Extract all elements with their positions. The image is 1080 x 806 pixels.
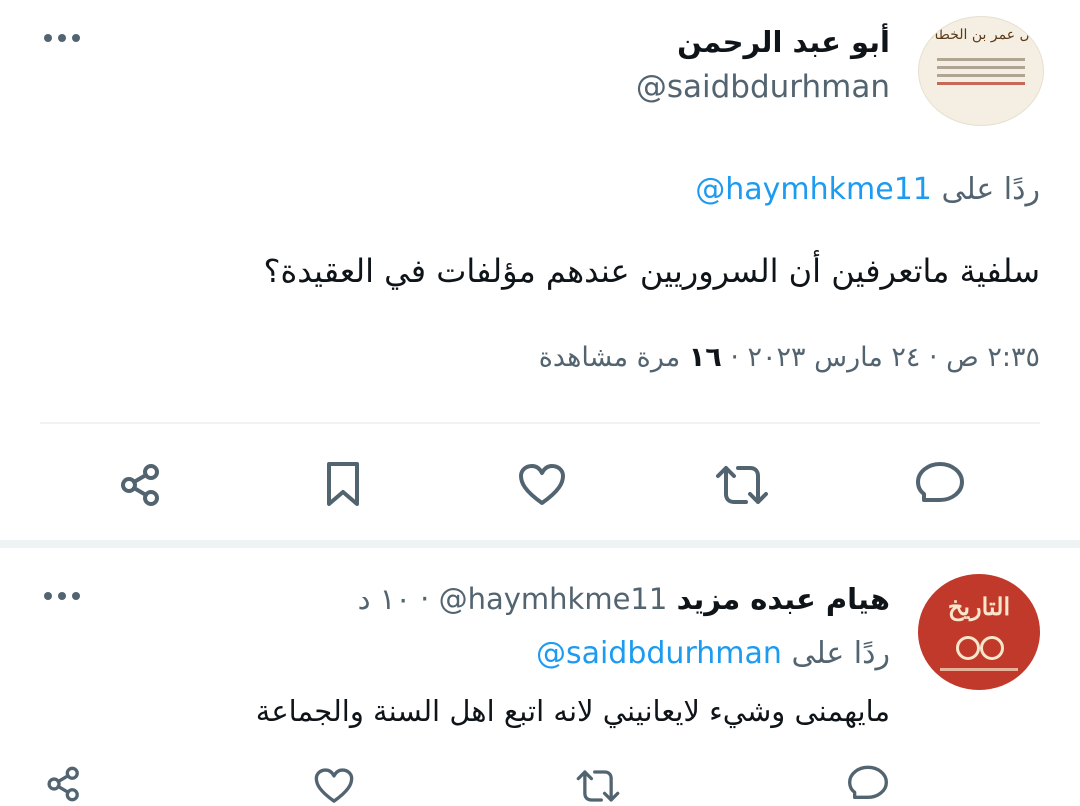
main-tweet-views-count: ١٦ (688, 342, 722, 373)
reply-header: هيام عبده مزيد @haymhkme11 · ١٠ د (358, 578, 890, 620)
reply-like-button[interactable] (312, 766, 356, 806)
avatar-title: التاريخ (947, 592, 1011, 621)
reply-icon (916, 462, 964, 502)
reply-to-handle-link[interactable]: @saidbdurhman (536, 636, 782, 671)
divider (40, 422, 1040, 424)
avatar-subtitle-line (940, 668, 1018, 671)
reply-reply-to: ردًا على @saidbdurhman (536, 632, 890, 676)
reply-time[interactable]: · ١٠ د (358, 582, 430, 616)
reply-icon (848, 765, 888, 799)
reply-author-handle[interactable]: @haymhkme11 (439, 582, 668, 616)
clock-icon (980, 636, 1004, 660)
bookmark-button[interactable] (318, 458, 368, 510)
reply-to-label: ردًا على (941, 172, 1040, 207)
bookmark-icon (327, 462, 359, 506)
heart-icon (519, 464, 565, 505)
heart-icon (314, 768, 354, 803)
reply-reply-button[interactable] (844, 764, 892, 804)
main-tweet-text: سلفية ماتعرفين أن السروريين عندهم مؤلفات… (263, 252, 1040, 290)
like-button[interactable] (514, 460, 570, 510)
retweet-button[interactable] (712, 460, 772, 510)
reply-author-name[interactable]: هيام عبده مزيد (677, 582, 890, 616)
main-tweet-timestamp[interactable]: ٢:٣٥ ص · ٢٤ مارس ٢٠٢٣ · (730, 342, 1040, 373)
main-tweet-avatar[interactable]: قال عمر بن الخطاب (918, 16, 1044, 126)
reply-button[interactable] (912, 458, 968, 510)
main-tweet-views-label: مرة مشاهدة (538, 342, 681, 373)
avatar-calligraphy: قال عمر بن الخطاب (921, 27, 1041, 43)
clock-icon (956, 636, 980, 660)
avatar-text-lines (937, 53, 1025, 90)
reply-tweet-avatar[interactable]: التاريخ (918, 574, 1040, 690)
main-author-handle[interactable]: @saidbdurhman (636, 66, 890, 108)
main-more-icon[interactable] (44, 32, 88, 44)
main-tweet-meta: ٢:٣٥ ص · ٢٤ مارس ٢٠٢٣ · ١٦ مرة مشاهدة (539, 338, 1040, 378)
share-icon (47, 766, 79, 802)
retweet-icon (716, 466, 768, 504)
reply-share-button[interactable] (44, 764, 84, 804)
retweet-icon (576, 770, 620, 802)
reply-retweet-button[interactable] (574, 766, 622, 806)
section-separator (0, 540, 1080, 548)
reply-more-icon[interactable] (44, 590, 88, 602)
share-icon (121, 464, 159, 506)
main-author-name[interactable]: أبو عبد الرحمن (677, 22, 890, 62)
main-reply-to: ردًا على @haymhkme11 (695, 168, 1040, 212)
reply-to-label: ردًا على (791, 636, 890, 671)
share-button[interactable] (116, 460, 166, 510)
reply-tweet-text: مايهمنى وشيء لايعانيني لانه اتبع اهل الس… (255, 694, 890, 728)
reply-to-handle-link[interactable]: @haymhkme11 (695, 172, 932, 207)
